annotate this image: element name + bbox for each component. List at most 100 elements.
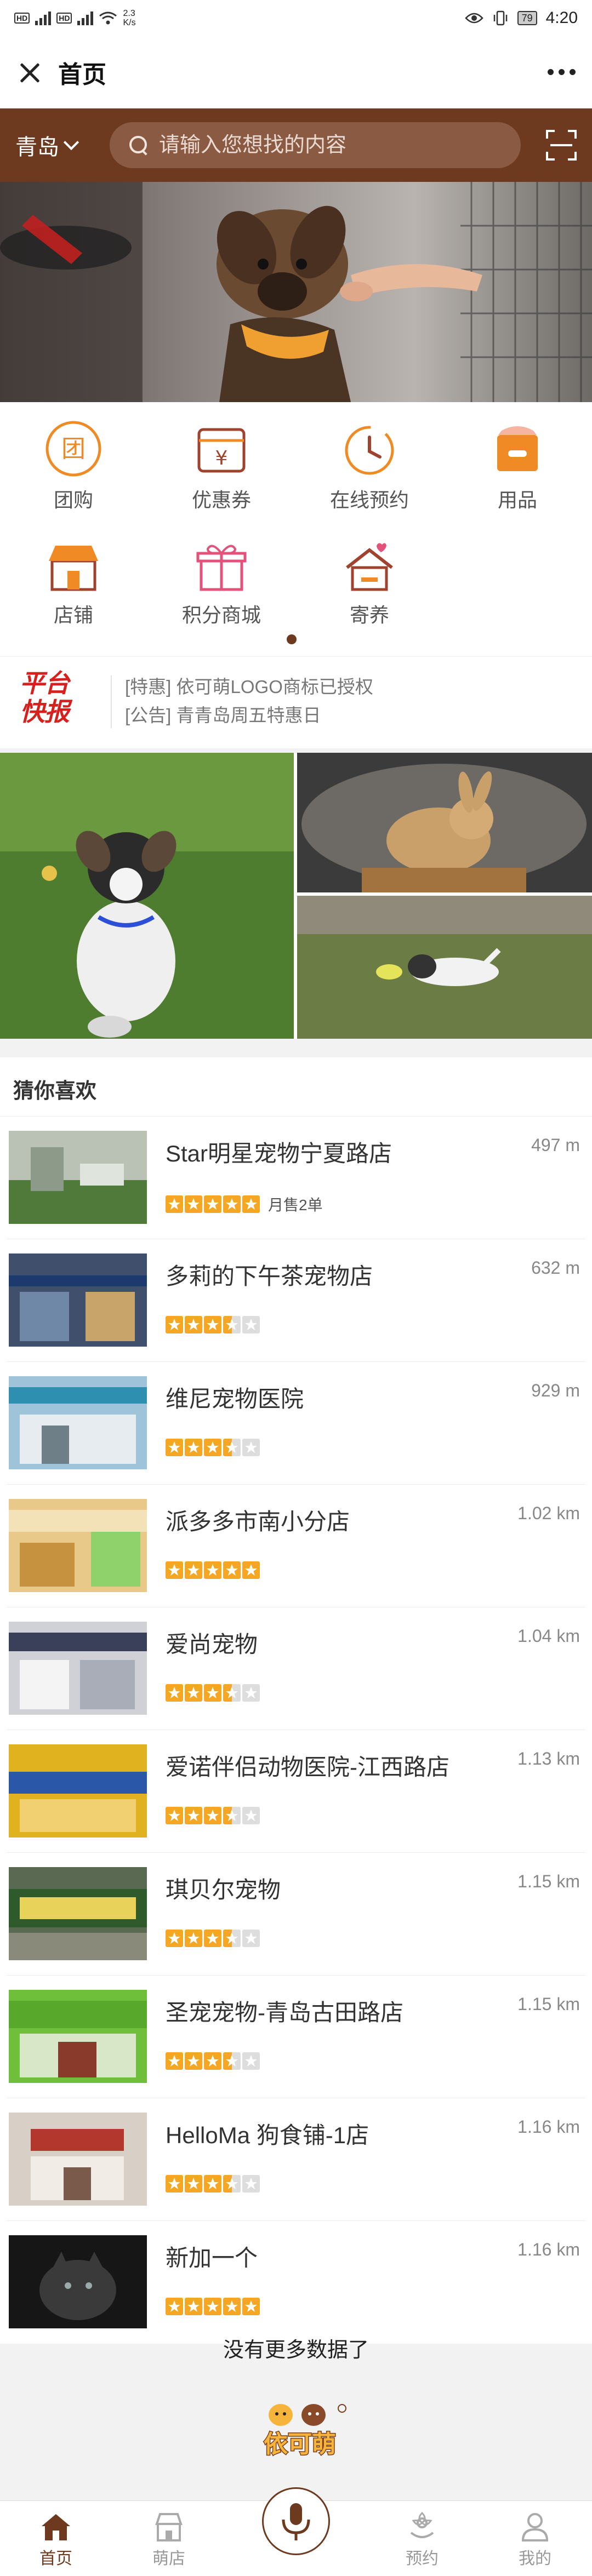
star-icon	[185, 2175, 202, 2193]
shop-distance: 1.16 km	[517, 2117, 580, 2137]
list-item[interactable]: 新加一个 1.16 km	[7, 2221, 585, 2344]
list-item[interactable]: 多莉的下午茶宠物店 632 m	[7, 1239, 585, 1362]
category-store[interactable]: 店铺	[19, 539, 128, 628]
brand-logo: 依可萌	[263, 2404, 346, 2459]
rating-stars	[166, 1439, 260, 1456]
shop-thumbnail	[9, 1253, 147, 1347]
tab-booking[interactable]: 预约	[384, 2511, 460, 2569]
shop-distance: 929 m	[531, 1381, 580, 1400]
star-icon	[223, 2298, 241, 2315]
rating-stars	[166, 2175, 260, 2193]
banner-dog-photo	[0, 182, 592, 402]
hd-icon: HD	[56, 13, 72, 24]
shop-thumbnail	[9, 2235, 147, 2328]
list-item[interactable]: 琪贝尔宠物 1.15 km	[7, 1853, 585, 1976]
shop-distance: 1.15 km	[517, 1871, 580, 1891]
rating-stars	[166, 1316, 260, 1333]
shop-name: 爱诺伴侣动物医院-江西路店	[166, 1754, 449, 1780]
star-icon	[185, 1684, 202, 1702]
category-label: 寄养	[349, 604, 389, 626]
star-icon	[204, 1561, 221, 1579]
search-box[interactable]	[110, 122, 521, 168]
city-selector[interactable]: 青岛	[15, 129, 110, 161]
close-icon[interactable]	[16, 59, 43, 85]
gift-icon	[196, 545, 247, 591]
shop-distance: 1.04 km	[517, 1626, 580, 1646]
more-options-icon[interactable]	[548, 69, 576, 75]
shop-name: 维尼宠物医院	[166, 1386, 304, 1412]
tab-profile[interactable]: 我的	[497, 2511, 573, 2569]
category-points-mall[interactable]: 积分商城	[167, 539, 276, 628]
news-item[interactable]: [公告] 青青岛周五特惠日	[125, 701, 321, 727]
star-icon	[166, 1439, 183, 1456]
tab-home[interactable]: 首页	[18, 2511, 94, 2569]
star-icon	[185, 2298, 202, 2315]
battery-icon: 79	[517, 11, 537, 25]
star-icon	[166, 2175, 183, 2193]
shop-distance: 497 m	[531, 1135, 580, 1155]
shop-thumbnail	[9, 1622, 147, 1715]
rating-stars	[166, 2298, 260, 2315]
star-icon	[204, 1195, 221, 1213]
star-icon	[204, 2052, 221, 2070]
shop-name: 琪贝尔宠物	[166, 1877, 281, 1903]
list-item[interactable]: 爱尚宠物 1.04 km	[7, 1607, 585, 1730]
list-item[interactable]: 爱诺伴侣动物医院-江西路店 1.13 km	[7, 1730, 585, 1853]
list-item[interactable]: HelloMa 狗食铺-1店 1.16 km	[7, 2098, 585, 2221]
rating-stars	[166, 1930, 260, 1947]
voice-button[interactable]	[262, 2487, 330, 2555]
shop-thumbnail	[9, 1499, 147, 1592]
rating-stars	[166, 1807, 260, 1824]
star-icon	[223, 2052, 241, 2070]
section-title: 猜你喜欢	[0, 1057, 592, 1117]
list-item[interactable]: 维尼宠物医院 929 m	[7, 1362, 585, 1485]
foster-house-icon	[346, 543, 393, 591]
rating-stars	[166, 1561, 260, 1579]
category-foster[interactable]: 寄养	[315, 539, 424, 628]
monthly-sales: 月售2单	[268, 1197, 323, 1213]
shop-name: 多莉的下午茶宠物店	[166, 1263, 373, 1289]
news-item[interactable]: [特惠] 依可萌LOGO商标已授权	[125, 672, 373, 699]
shop-thumbnail	[9, 2113, 147, 2206]
shop-name: 圣宠宠物-青岛古田路店	[166, 2000, 403, 2025]
platform-news[interactable]: 平台 快报 [特惠] 依可萌LOGO商标已授权 [公告] 青青岛周五特惠日	[0, 656, 592, 748]
shop-thumbnail	[9, 1744, 147, 1837]
promo-banner[interactable]	[0, 182, 592, 402]
list-item[interactable]: 派多多市南小分店 1.02 km	[7, 1485, 585, 1607]
star-icon	[166, 1316, 183, 1333]
search-icon	[129, 136, 148, 154]
status-bar: HD HD 2.3 K/s 79 4:20	[0, 0, 592, 36]
shop-name: HelloMa 狗食铺-1店	[166, 2122, 369, 2148]
search-input[interactable]	[159, 133, 466, 157]
list-item[interactable]: Star明星宠物宁夏路店 497 m 月售2单	[7, 1117, 585, 1239]
star-icon	[185, 1561, 202, 1579]
scan-icon[interactable]	[546, 130, 577, 161]
vibrate-icon	[493, 10, 507, 26]
shop-icon	[155, 2513, 183, 2541]
category-coupon[interactable]: ¥ 优惠券	[167, 419, 276, 513]
news-logo: 平台 快报	[20, 669, 70, 726]
store-icon	[49, 546, 98, 591]
star-icon	[166, 1807, 183, 1824]
city-label: 青岛	[15, 135, 59, 159]
star-icon	[223, 1807, 241, 1824]
rabbit-photo[interactable]	[297, 753, 592, 892]
search-bar: 青岛	[0, 108, 592, 182]
shop-distance: 1.13 km	[517, 1749, 580, 1768]
star-icon	[166, 2052, 183, 2070]
star-icon	[204, 1439, 221, 1456]
rating-stars	[166, 1684, 260, 1702]
shop-distance: 632 m	[531, 1258, 580, 1278]
tab-shop[interactable]: 萌店	[130, 2511, 207, 2569]
star-icon	[204, 1316, 221, 1333]
category-group-buy[interactable]: 团 团购	[19, 419, 128, 513]
list-item[interactable]: 圣宠宠物-青岛古田路店 1.15 km	[7, 1976, 585, 2098]
flower-icon	[410, 2511, 434, 2538]
puppy-photo[interactable]	[0, 753, 294, 1039]
star-icon	[242, 2175, 260, 2193]
page-indicator-dot	[287, 634, 297, 644]
shop-distance: 1.16 km	[517, 2240, 580, 2259]
dog-frisbee-photo[interactable]	[297, 896, 592, 1039]
category-supplies[interactable]: 用品	[463, 419, 572, 513]
category-online-booking[interactable]: 在线预约	[315, 419, 424, 513]
